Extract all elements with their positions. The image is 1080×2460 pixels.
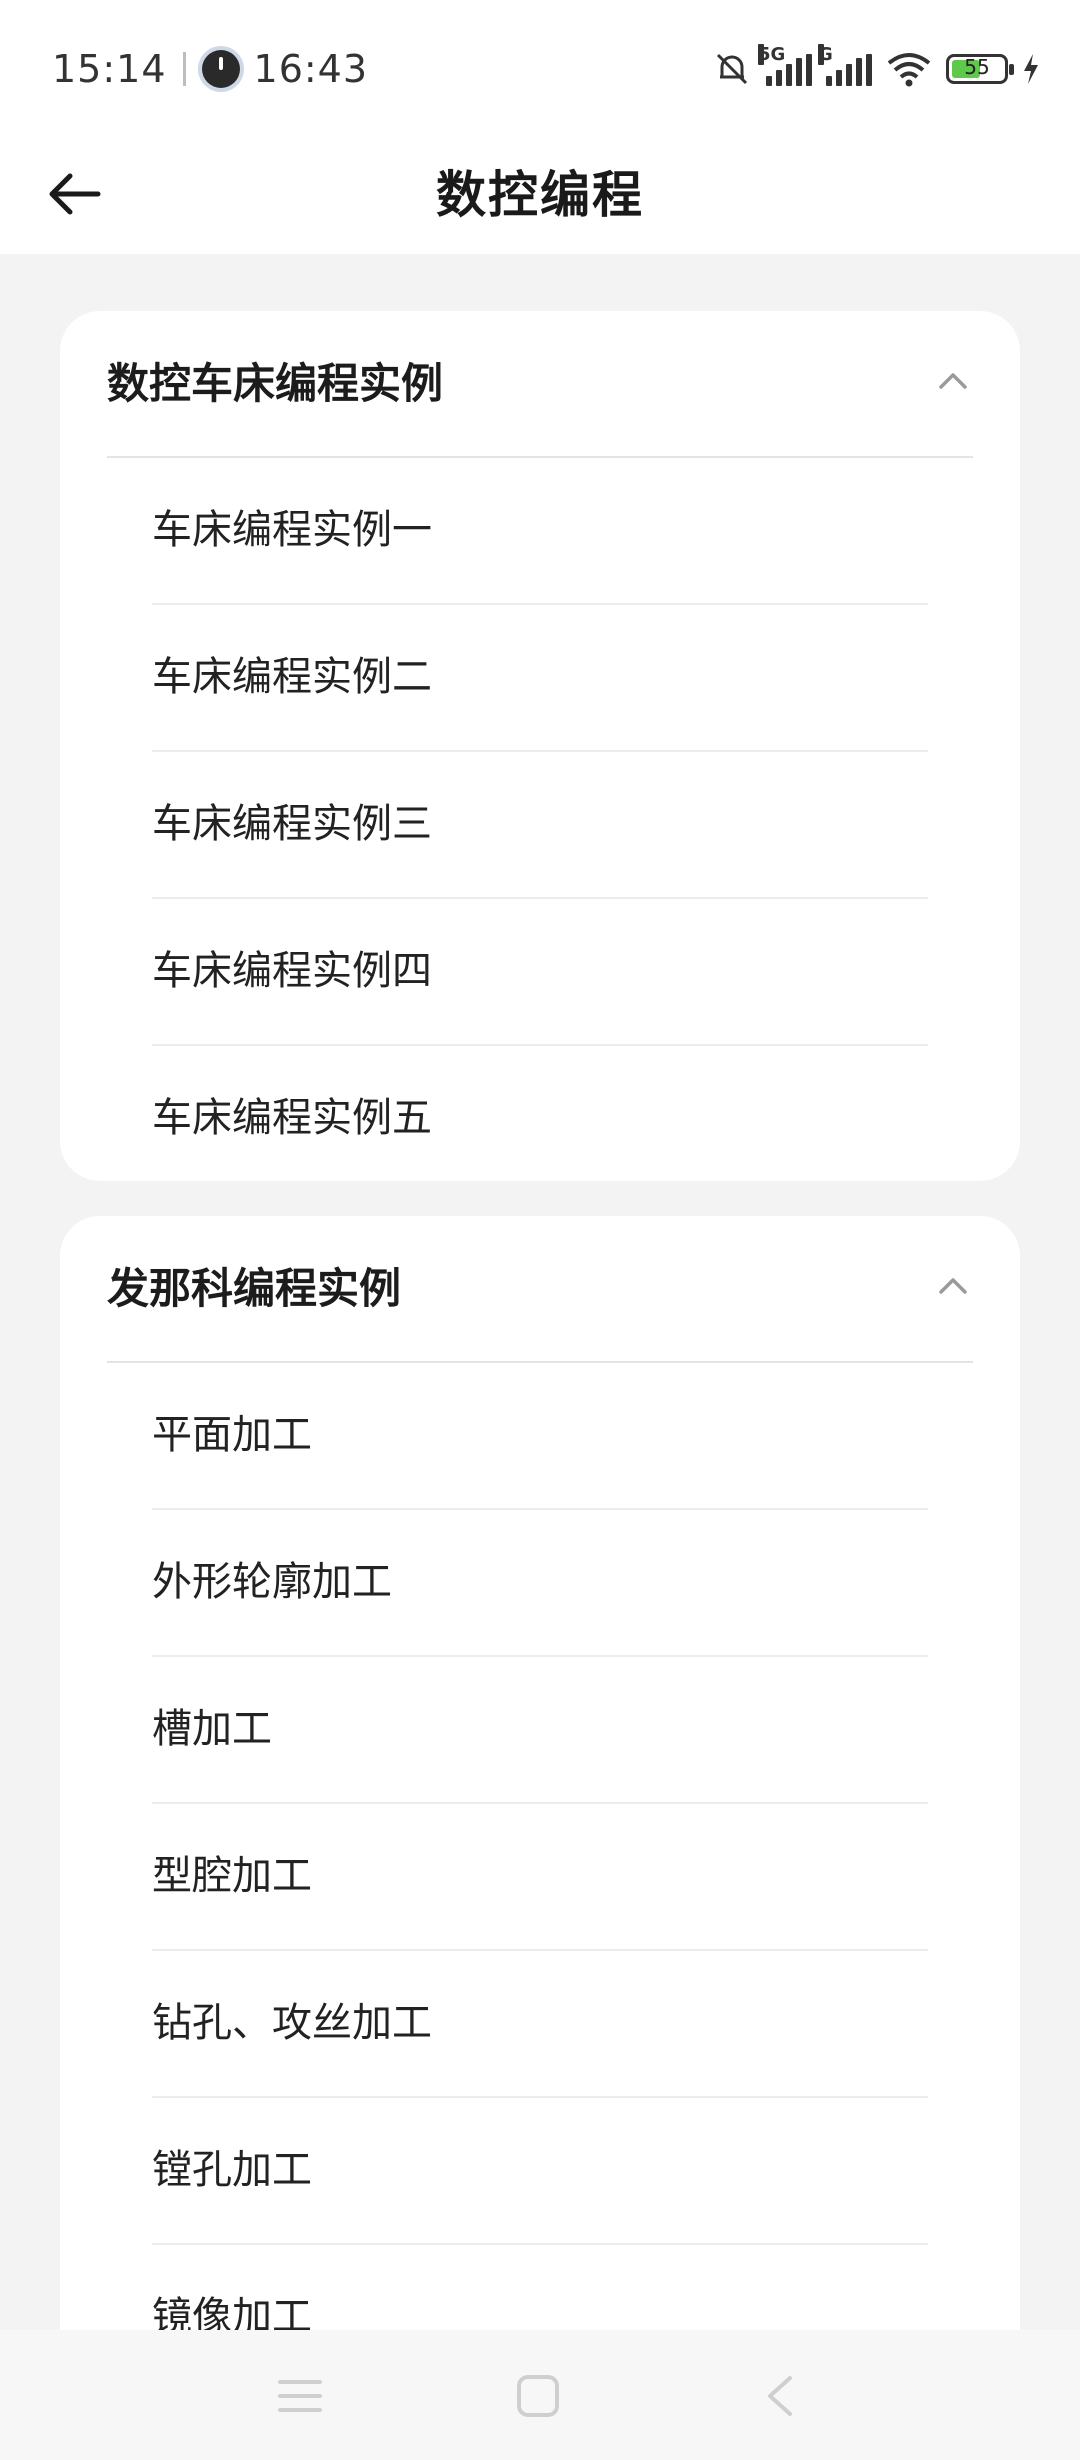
section-header-fanuc[interactable]: 发那科编程实例	[107, 1216, 973, 1363]
list-item-label: 镗孔加工	[152, 2147, 312, 2193]
chevron-up-icon[interactable]	[933, 361, 973, 401]
menu-button[interactable]	[270, 2366, 330, 2426]
status-separator	[182, 52, 186, 86]
status-clock-time: 16:43	[253, 47, 369, 91]
list-item[interactable]: 车床编程实例四	[152, 897, 928, 1044]
wifi-icon	[887, 53, 931, 87]
system-back-button[interactable]	[750, 2366, 810, 2426]
list-item-label: 型腔加工	[152, 1853, 312, 1899]
battery-level: 55	[964, 55, 990, 79]
chevron-up-icon[interactable]	[933, 1266, 973, 1306]
section-header-lathe[interactable]: 数控车床编程实例	[107, 311, 973, 458]
menu-icon	[278, 2380, 322, 2412]
charging-icon	[1024, 54, 1038, 84]
signal-5g-label: 5G	[758, 44, 786, 65]
page-title: 数控编程	[436, 166, 644, 224]
list-item[interactable]: 车床编程实例五	[152, 1044, 928, 1181]
status-time: 15:14	[52, 47, 167, 91]
home-button[interactable]	[508, 2366, 568, 2426]
list-item-label: 车床编程实例三	[152, 801, 432, 847]
list-item[interactable]: 平面加工	[152, 1363, 928, 1508]
signal-g-icon: G	[818, 44, 872, 86]
list-item-label: 车床编程实例五	[152, 1095, 432, 1141]
list-item[interactable]: 镗孔加工	[152, 2096, 928, 2243]
mute-bell-icon	[716, 53, 748, 85]
status-icons: 5G G 55	[712, 42, 1040, 96]
back-button[interactable]	[34, 154, 114, 234]
battery-icon: 55	[946, 54, 1014, 84]
list-item[interactable]: 型腔加工	[152, 1802, 928, 1949]
section-title: 数控车床编程实例	[107, 359, 444, 408]
list-item[interactable]: 车床编程实例三	[152, 750, 928, 897]
list-item-label: 车床编程实例一	[152, 507, 432, 553]
home-square-icon	[517, 2375, 559, 2417]
app-header: 数控编程	[0, 136, 1080, 254]
section-card-lathe: 数控车床编程实例 车床编程实例一 车床编程实例二 车床编程实例三 车床编程实例四…	[60, 311, 1020, 1181]
list-item-label: 钻孔、攻丝加工	[152, 2000, 432, 2046]
back-arrow-icon	[49, 173, 101, 215]
section-title: 发那科编程实例	[107, 1264, 402, 1313]
list-item-label: 槽加工	[152, 1706, 272, 1752]
signal-g-label: G	[818, 44, 833, 65]
list-item-label: 车床编程实例四	[152, 948, 432, 994]
signal-5g-icon: 5G	[758, 44, 812, 86]
status-time-group: 15:14 16:43	[52, 44, 368, 94]
list-item[interactable]: 槽加工	[152, 1655, 928, 1802]
list-item[interactable]: 钻孔、攻丝加工	[152, 1949, 928, 2096]
list-item[interactable]: 外形轮廓加工	[152, 1508, 928, 1655]
list-item[interactable]: 车床编程实例二	[152, 603, 928, 750]
system-nav-bar	[0, 2330, 1080, 2460]
list-item-label: 平面加工	[152, 1412, 312, 1458]
list-item-label: 车床编程实例二	[152, 654, 432, 700]
status-bar: 15:14 16:43 5G G 55	[0, 0, 1080, 136]
clock-icon	[201, 50, 240, 88]
back-triangle-icon	[768, 2376, 792, 2416]
list-item-label: 外形轮廓加工	[152, 1559, 392, 1605]
section-card-fanuc: 发那科编程实例 平面加工 外形轮廓加工 槽加工 型腔加工 钻孔、攻丝加工 镗孔加…	[60, 1216, 1020, 2416]
list-item[interactable]: 车床编程实例一	[152, 458, 928, 603]
